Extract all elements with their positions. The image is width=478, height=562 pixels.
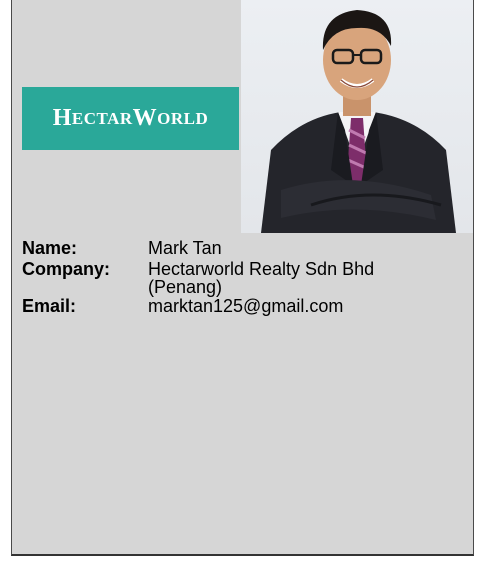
email-row: Email: marktan125@gmail.com: [22, 297, 462, 316]
agent-photo: [241, 0, 473, 233]
hectarworld-logo: H ECTAR W ORLD: [22, 87, 239, 150]
name-label: Name:: [22, 238, 78, 258]
email-label: Email:: [22, 296, 77, 316]
company-value-line2: (Penang): [148, 277, 223, 297]
company-row: Company: Hectarworld Realty Sdn Bhd (Pen…: [22, 259, 462, 297]
agent-details: Name: Mark Tan Company: Hectarworld Real…: [22, 239, 462, 318]
name-row: Name: Mark Tan: [22, 239, 462, 258]
email-value[interactable]: marktan125@gmail.com: [148, 297, 448, 316]
agent-card: H ECTAR W ORLD Name: Mark Tan Company: H…: [11, 0, 474, 556]
company-value: Hectarworld Realty Sdn Bhd (Penang): [148, 260, 448, 297]
company-label: Company:: [22, 259, 111, 279]
name-value: Mark Tan: [148, 238, 222, 258]
agent-portrait-illustration: [261, 10, 456, 233]
